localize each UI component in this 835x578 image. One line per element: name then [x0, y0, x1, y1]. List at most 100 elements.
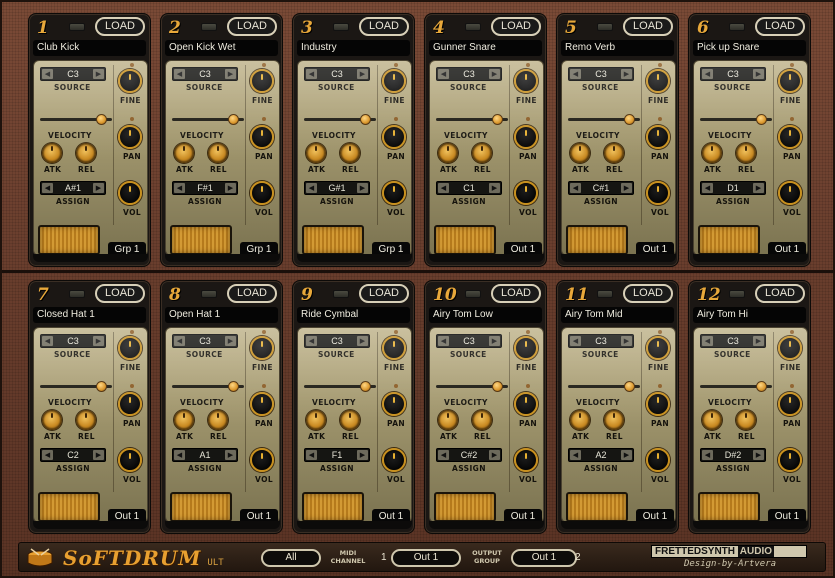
- source-increment-icon[interactable]: ▶: [489, 69, 500, 79]
- velocity-slider-thumb[interactable]: [492, 114, 503, 125]
- source-increment-icon[interactable]: ▶: [489, 336, 500, 346]
- release-knob[interactable]: [736, 410, 756, 430]
- trigger-pad[interactable]: [302, 225, 364, 255]
- assign-increment-icon[interactable]: ▶: [93, 183, 104, 193]
- source-increment-icon[interactable]: ▶: [357, 69, 368, 79]
- trigger-pad[interactable]: [170, 225, 232, 255]
- source-note-stepper[interactable]: ◀ C3 ▶: [568, 67, 634, 81]
- fine-tune-knob[interactable]: [778, 336, 802, 360]
- assign-decrement-icon[interactable]: ◀: [42, 183, 53, 193]
- fine-tune-knob[interactable]: [382, 69, 406, 93]
- source-note-stepper[interactable]: ◀ C3 ▶: [436, 67, 502, 81]
- volume-knob[interactable]: [382, 181, 406, 205]
- trigger-pad[interactable]: [698, 492, 760, 522]
- volume-knob[interactable]: [250, 448, 274, 472]
- pan-knob[interactable]: [514, 125, 538, 149]
- pan-knob[interactable]: [382, 125, 406, 149]
- load-button[interactable]: LOAD: [227, 17, 277, 36]
- assign-decrement-icon[interactable]: ◀: [174, 450, 185, 460]
- pan-knob[interactable]: [250, 392, 274, 416]
- sample-name-field[interactable]: Pick up Snare: [693, 40, 806, 56]
- assign-decrement-icon[interactable]: ◀: [438, 450, 449, 460]
- velocity-slider-thumb[interactable]: [756, 114, 767, 125]
- release-knob[interactable]: [472, 143, 492, 163]
- velocity-slider-thumb[interactable]: [360, 114, 371, 125]
- load-button[interactable]: LOAD: [95, 284, 145, 303]
- attack-knob[interactable]: [306, 410, 326, 430]
- attack-knob[interactable]: [174, 410, 194, 430]
- sample-name-field[interactable]: Ride Cymbal: [297, 307, 410, 323]
- assign-increment-icon[interactable]: ▶: [489, 450, 500, 460]
- pan-knob[interactable]: [778, 125, 802, 149]
- volume-knob[interactable]: [250, 181, 274, 205]
- source-decrement-icon[interactable]: ◀: [306, 336, 317, 346]
- source-note-stepper[interactable]: ◀ C3 ▶: [304, 334, 370, 348]
- velocity-slider-thumb[interactable]: [492, 381, 503, 392]
- sample-name-field[interactable]: Club Kick: [33, 40, 146, 56]
- release-knob[interactable]: [208, 410, 228, 430]
- assign-decrement-icon[interactable]: ◀: [702, 450, 713, 460]
- fine-tune-knob[interactable]: [514, 336, 538, 360]
- source-increment-icon[interactable]: ▶: [753, 336, 764, 346]
- attack-knob[interactable]: [306, 143, 326, 163]
- velocity-slider-thumb[interactable]: [96, 114, 107, 125]
- assign-decrement-icon[interactable]: ◀: [570, 450, 581, 460]
- attack-knob[interactable]: [42, 143, 62, 163]
- velocity-slider-thumb[interactable]: [228, 381, 239, 392]
- release-knob[interactable]: [604, 143, 624, 163]
- source-note-stepper[interactable]: ◀ C3 ▶: [568, 334, 634, 348]
- pan-knob[interactable]: [118, 125, 142, 149]
- attack-knob[interactable]: [438, 410, 458, 430]
- release-knob[interactable]: [76, 410, 96, 430]
- source-increment-icon[interactable]: ▶: [225, 336, 236, 346]
- source-increment-icon[interactable]: ▶: [621, 336, 632, 346]
- assign-note-stepper[interactable]: ◀ D#2 ▶: [700, 448, 766, 462]
- assign-note-stepper[interactable]: ◀ D1 ▶: [700, 181, 766, 195]
- release-knob[interactable]: [340, 143, 360, 163]
- source-decrement-icon[interactable]: ◀: [174, 69, 185, 79]
- source-decrement-icon[interactable]: ◀: [702, 336, 713, 346]
- fine-tune-knob[interactable]: [382, 336, 406, 360]
- velocity-slider-thumb[interactable]: [624, 381, 635, 392]
- load-button[interactable]: LOAD: [755, 284, 805, 303]
- pan-knob[interactable]: [514, 392, 538, 416]
- fine-tune-knob[interactable]: [778, 69, 802, 93]
- source-note-stepper[interactable]: ◀ C3 ▶: [304, 67, 370, 81]
- pan-knob[interactable]: [382, 392, 406, 416]
- source-note-stepper[interactable]: ◀ C3 ▶: [172, 67, 238, 81]
- velocity-slider-thumb[interactable]: [228, 114, 239, 125]
- fine-tune-knob[interactable]: [118, 69, 142, 93]
- attack-knob[interactable]: [570, 410, 590, 430]
- assign-increment-icon[interactable]: ▶: [489, 183, 500, 193]
- assign-increment-icon[interactable]: ▶: [621, 450, 632, 460]
- trigger-pad[interactable]: [38, 225, 100, 255]
- fine-tune-knob[interactable]: [646, 69, 670, 93]
- sample-name-field[interactable]: Open Kick Wet: [165, 40, 278, 56]
- sample-name-field[interactable]: Closed Hat 1: [33, 307, 146, 323]
- assign-note-stepper[interactable]: ◀ A2 ▶: [568, 448, 634, 462]
- volume-knob[interactable]: [514, 181, 538, 205]
- load-button[interactable]: LOAD: [359, 17, 409, 36]
- sample-name-field[interactable]: Industry: [297, 40, 410, 56]
- assign-increment-icon[interactable]: ▶: [225, 183, 236, 193]
- fine-tune-knob[interactable]: [118, 336, 142, 360]
- trigger-pad[interactable]: [566, 225, 628, 255]
- assign-note-stepper[interactable]: ◀ F#1 ▶: [172, 181, 238, 195]
- assign-decrement-icon[interactable]: ◀: [306, 450, 317, 460]
- assign-increment-icon[interactable]: ▶: [621, 183, 632, 193]
- assign-note-stepper[interactable]: ◀ C2 ▶: [40, 448, 106, 462]
- velocity-slider-thumb[interactable]: [96, 381, 107, 392]
- attack-knob[interactable]: [438, 143, 458, 163]
- assign-increment-icon[interactable]: ▶: [225, 450, 236, 460]
- load-button[interactable]: LOAD: [359, 284, 409, 303]
- fine-tune-knob[interactable]: [250, 69, 274, 93]
- source-increment-icon[interactable]: ▶: [357, 336, 368, 346]
- pan-knob[interactable]: [250, 125, 274, 149]
- assign-decrement-icon[interactable]: ◀: [306, 183, 317, 193]
- sample-name-field[interactable]: Remo Verb: [561, 40, 674, 56]
- load-button[interactable]: LOAD: [623, 17, 673, 36]
- volume-knob[interactable]: [118, 448, 142, 472]
- release-knob[interactable]: [472, 410, 492, 430]
- source-decrement-icon[interactable]: ◀: [42, 336, 53, 346]
- fine-tune-knob[interactable]: [250, 336, 274, 360]
